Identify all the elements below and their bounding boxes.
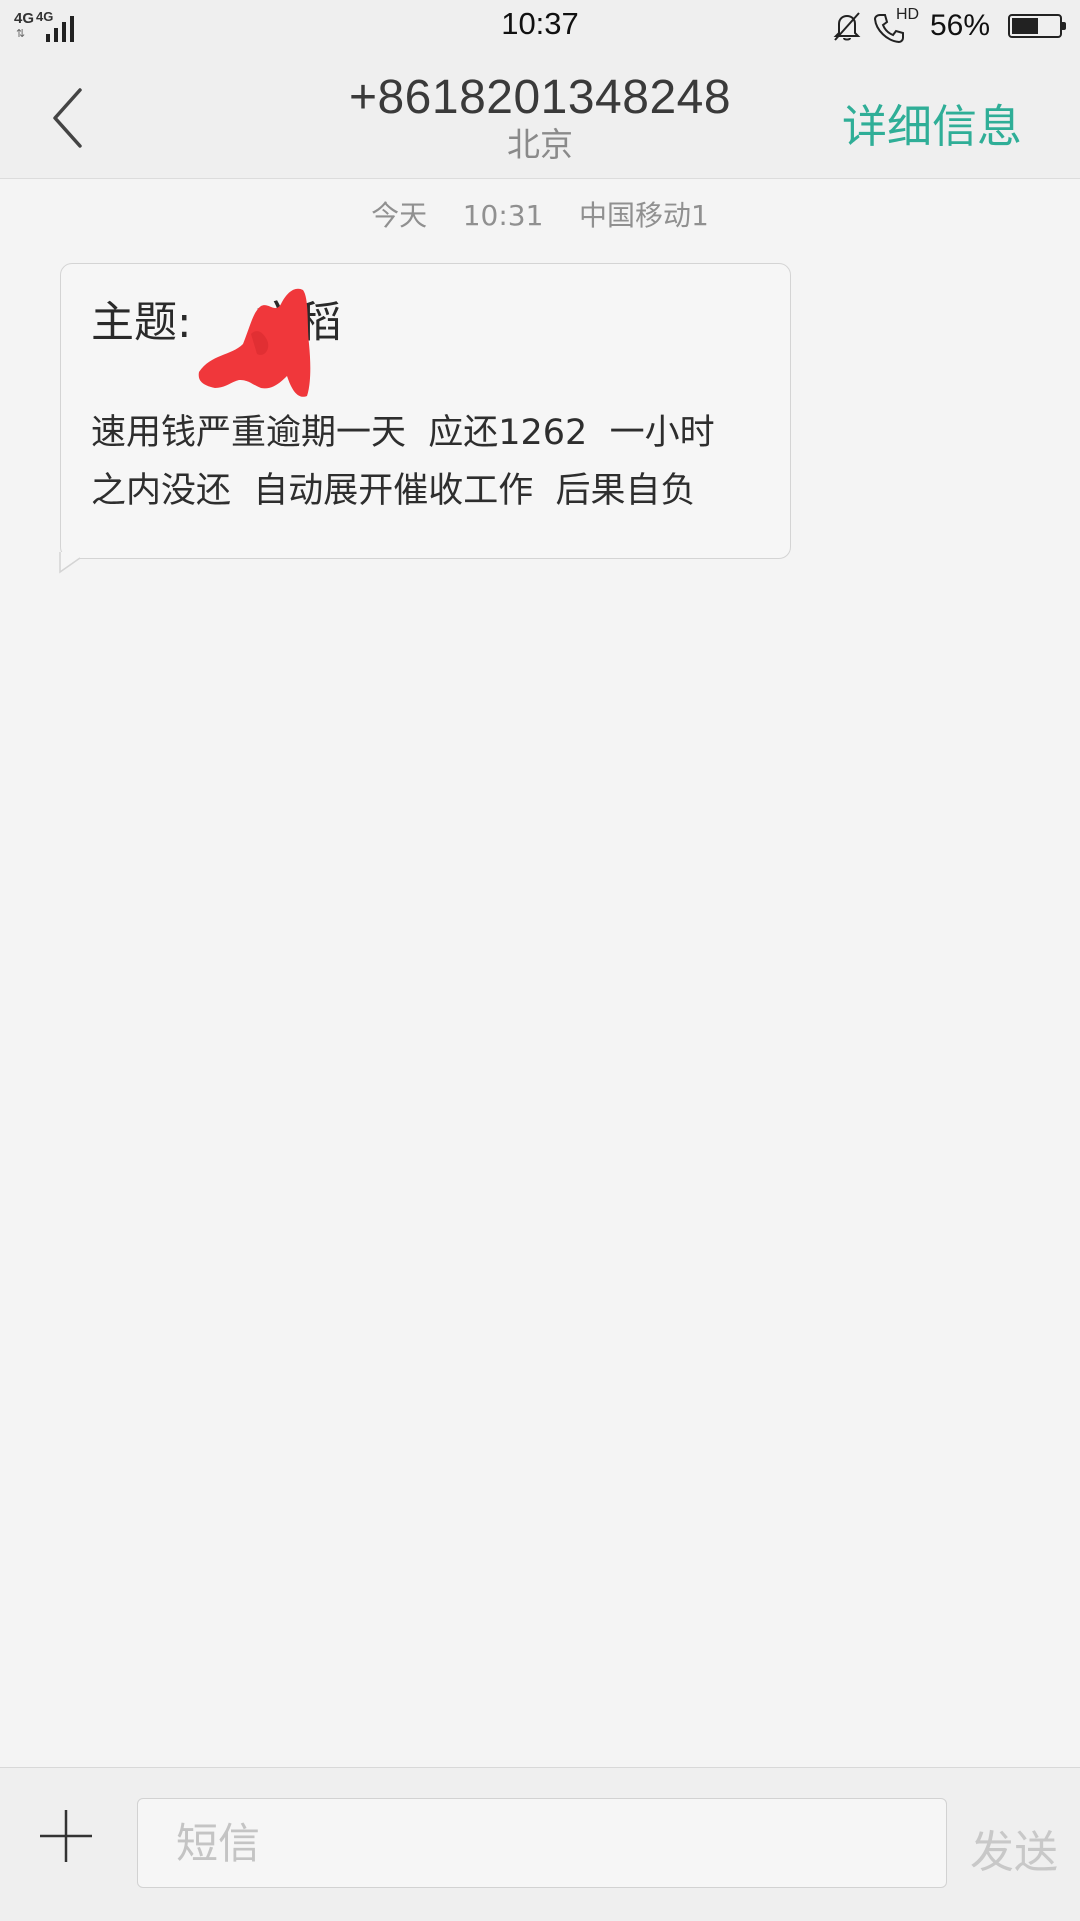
message-timestamp: 今天 10:31 中国移动1 (371, 199, 709, 232)
message-bubble[interactable]: 主题:文稻 速用钱严重逾期一天 应还1262 一小时 之内没还 自动展开催收工作… (60, 263, 791, 559)
hd-call-icon: HD (872, 6, 920, 44)
message-body: 速用钱严重逾期一天 应还1262 一小时 之内没还 自动展开催收工作 后果自负 (91, 413, 715, 511)
conversation-header: +8618201348248 北京 详细信息 (0, 52, 1080, 179)
mute-bell-icon (830, 9, 864, 43)
battery-icon (1008, 14, 1066, 38)
battery-level-fill (1012, 18, 1038, 34)
bubble-tail (59, 552, 85, 574)
composer-bar: 发送 (0, 1767, 1080, 1921)
hd-label: HD (895, 6, 920, 23)
add-attachment-button[interactable] (36, 1806, 96, 1866)
message-subject: 主题:文稻 (91, 288, 760, 397)
battery-percent: 56% (929, 9, 990, 42)
redaction-scribble (198, 288, 311, 397)
plus-icon (40, 1810, 92, 1862)
status-right-group: HD 56% (830, 6, 1066, 45)
sms-input[interactable] (137, 1798, 947, 1888)
details-button[interactable]: 详细信息 (842, 90, 1022, 155)
status-bar: 4G 4G ⇅ 10:37 HD 56% (0, 0, 1080, 52)
send-button[interactable]: 发送 (970, 1816, 1058, 1880)
subject-prefix: 主题: (91, 298, 192, 348)
